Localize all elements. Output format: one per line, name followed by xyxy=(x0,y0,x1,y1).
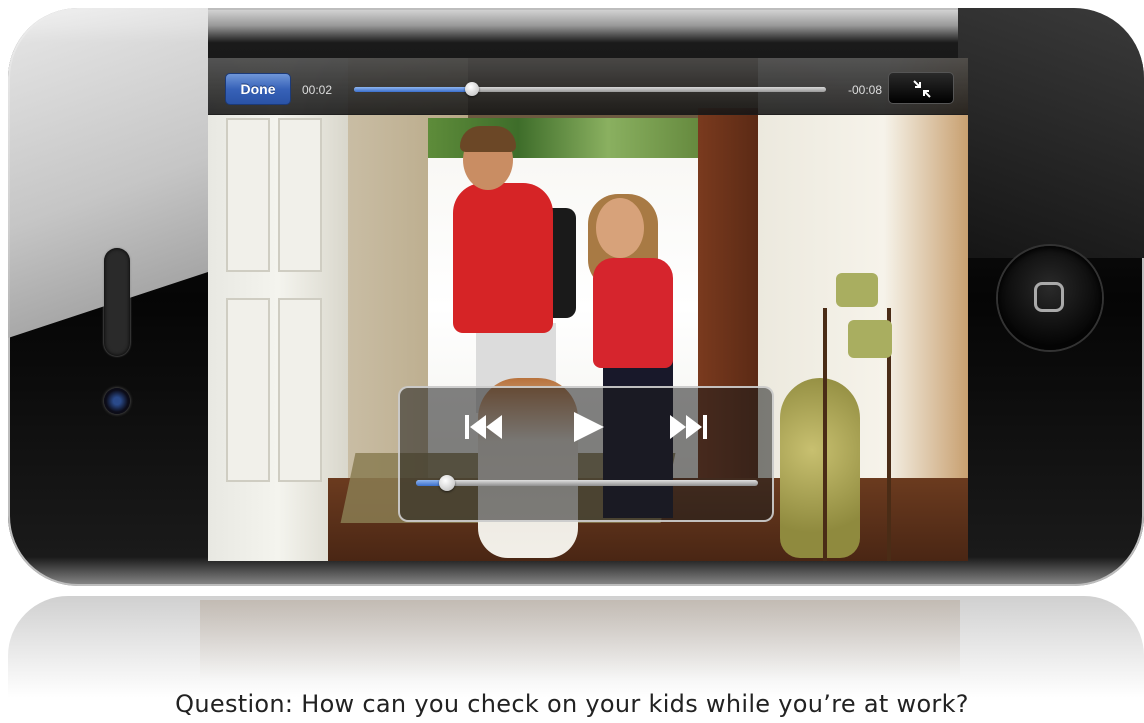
home-button-icon xyxy=(1034,282,1064,312)
girl-figure xyxy=(593,258,673,368)
top-control-bar: Done 00:02 -00:08 xyxy=(208,58,968,115)
fullscreen-toggle-button[interactable] xyxy=(888,72,954,104)
volume-slider[interactable] xyxy=(416,475,758,491)
skip-forward-icon xyxy=(670,415,707,439)
question-caption: Question: How can you check on your kids… xyxy=(175,690,969,718)
boy-hair xyxy=(460,126,516,152)
candle xyxy=(848,320,892,358)
boy-figure xyxy=(453,183,553,333)
playback-scrubber[interactable] xyxy=(354,82,826,96)
elapsed-time: 00:02 xyxy=(302,83,333,97)
screen-reflection xyxy=(200,600,960,680)
earpiece-speaker xyxy=(104,248,130,356)
done-button[interactable]: Done xyxy=(225,73,291,105)
exit-fullscreen-icon xyxy=(913,80,931,98)
remaining-time: -00:08 xyxy=(847,83,882,97)
previous-track-button[interactable] xyxy=(462,410,504,444)
playback-scrubber-thumb[interactable] xyxy=(465,82,479,96)
girl-head xyxy=(596,198,644,258)
open-door xyxy=(208,58,348,561)
playback-progress-fill xyxy=(354,87,472,92)
candle xyxy=(836,273,878,307)
front-camera xyxy=(104,388,130,414)
playback-controls-hud xyxy=(398,386,774,522)
play-button[interactable] xyxy=(568,410,608,444)
next-track-button[interactable] xyxy=(668,410,710,444)
home-button[interactable] xyxy=(998,246,1102,350)
skip-back-icon xyxy=(465,415,502,439)
phone-shadow xyxy=(958,8,1144,258)
play-icon xyxy=(574,412,604,442)
iphone-device: Done 00:02 -00:08 xyxy=(8,8,1144,586)
video-screen[interactable]: Done 00:02 -00:08 xyxy=(208,58,968,561)
volume-slider-thumb[interactable] xyxy=(438,475,455,491)
